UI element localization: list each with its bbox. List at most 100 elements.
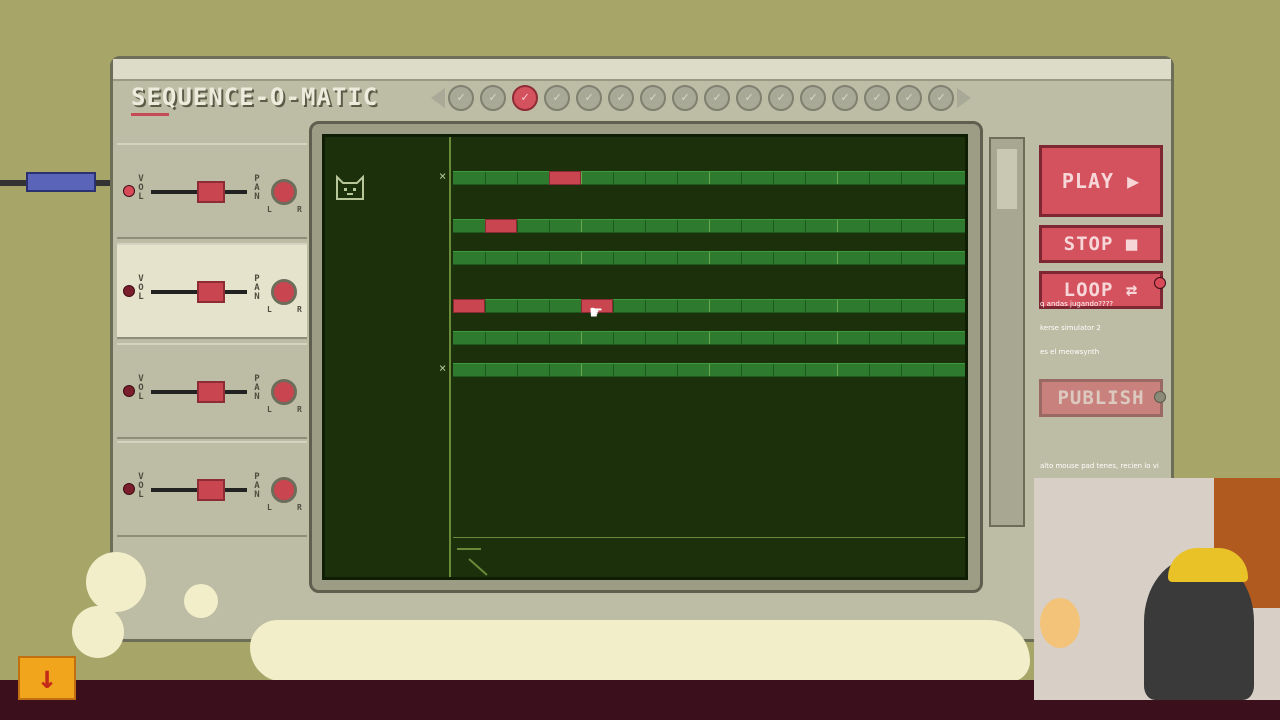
- remove-row-icon[interactable]: ×: [439, 169, 446, 183]
- grid-tick: [517, 300, 518, 312]
- pan-right-label: R: [297, 503, 302, 512]
- step-button[interactable]: ✓: [736, 85, 762, 111]
- step-button[interactable]: ✓: [704, 85, 730, 111]
- webcam-lamp: [1040, 598, 1080, 648]
- pan-knob[interactable]: [271, 379, 297, 405]
- pan-knob[interactable]: [271, 477, 297, 503]
- pan-knob[interactable]: [271, 279, 297, 305]
- grid-tick: [485, 252, 486, 264]
- note-lane[interactable]: [453, 251, 965, 265]
- grid-tick: [805, 220, 806, 232]
- pan-knob[interactable]: [271, 179, 297, 205]
- channel-led[interactable]: [123, 185, 135, 197]
- step-button[interactable]: ✓: [544, 85, 570, 111]
- grid-tick: [837, 332, 838, 344]
- channel-strip: VOL PAN L R: [117, 343, 307, 439]
- grid-tick: [805, 332, 806, 344]
- step-prev-arrow-icon[interactable]: [431, 88, 445, 108]
- chat-message-text: kerse simulator 2: [1040, 324, 1101, 332]
- loop-led: [1154, 277, 1166, 289]
- grid-tick: [901, 220, 902, 232]
- note-block[interactable]: [485, 219, 517, 233]
- step-buttons: ✓ ✓ ✓ ✓ ✓ ✓ ✓ ✓ ✓ ✓ ✓ ✓ ✓ ✓ ✓ ✓: [448, 85, 954, 111]
- channel-strip: VOL PAN L R: [117, 143, 307, 239]
- cat-icon[interactable]: [333, 171, 367, 205]
- grid-tick: [517, 172, 518, 184]
- scroll-panel[interactable]: [989, 137, 1025, 527]
- grid-tick: [485, 364, 486, 376]
- grid-tick: [805, 364, 806, 376]
- step-button[interactable]: ✓: [864, 85, 890, 111]
- step-button[interactable]: ✓: [832, 85, 858, 111]
- grid-tick: [837, 172, 838, 184]
- grid-tick: [901, 172, 902, 184]
- step-button[interactable]: ✓: [800, 85, 826, 111]
- note-lane[interactable]: [453, 363, 965, 377]
- grid-tick: [549, 332, 550, 344]
- grid-tick: [645, 332, 646, 344]
- pan-left-label: L: [267, 503, 272, 512]
- note-lane[interactable]: [453, 331, 965, 345]
- grid-tick: [837, 220, 838, 232]
- note-lane[interactable]: [453, 219, 965, 233]
- grid-tick: [933, 252, 934, 264]
- step-button[interactable]: ✓: [640, 85, 666, 111]
- pan-right-label: R: [297, 305, 302, 314]
- play-button[interactable]: PLAY ▶: [1039, 145, 1163, 217]
- foreground-cream-shape: [250, 620, 1030, 682]
- step-button[interactable]: ✓: [512, 85, 538, 111]
- grid-tick: [741, 220, 742, 232]
- volume-slider-thumb[interactable]: [197, 181, 225, 203]
- resize-handle-icon[interactable]: [453, 547, 493, 577]
- step-button[interactable]: ✓: [480, 85, 506, 111]
- note-block[interactable]: [453, 299, 485, 313]
- grid-tick: [581, 252, 582, 264]
- grid-tick: [549, 252, 550, 264]
- grid-tick: [901, 300, 902, 312]
- download-arrow-icon[interactable]: ↓: [18, 656, 76, 700]
- stop-button[interactable]: STOP ■: [1039, 225, 1163, 263]
- grid-tick: [549, 220, 550, 232]
- chat-message: es el meowsynth: [1040, 348, 1099, 357]
- step-button[interactable]: ✓: [672, 85, 698, 111]
- remove-row-icon[interactable]: ×: [439, 361, 446, 375]
- note-block[interactable]: [549, 171, 581, 185]
- chat-message-text: alto mouse pad tenes, recien lo vi: [1040, 462, 1159, 470]
- grid-tick: [709, 220, 710, 232]
- grid-tick: [613, 252, 614, 264]
- grid-tick: [485, 300, 486, 312]
- channel-led[interactable]: [123, 483, 135, 495]
- grid-tick: [869, 172, 870, 184]
- chat-message: q andas jugando????: [1040, 300, 1113, 309]
- channel-led[interactable]: [123, 285, 135, 297]
- grid-tick: [837, 300, 838, 312]
- grid-tick: [741, 364, 742, 376]
- scroll-thumb[interactable]: [997, 149, 1017, 209]
- step-button[interactable]: ✓: [896, 85, 922, 111]
- grid-tick: [709, 252, 710, 264]
- step-button[interactable]: ✓: [576, 85, 602, 111]
- grid-tick: [645, 220, 646, 232]
- grid-tick: [645, 300, 646, 312]
- step-button[interactable]: ✓: [448, 85, 474, 111]
- pan-left-label: L: [267, 205, 272, 214]
- grid-bottom-line: [453, 537, 965, 538]
- volume-slider-thumb[interactable]: [197, 381, 225, 403]
- step-button[interactable]: ✓: [608, 85, 634, 111]
- grid-tick: [677, 252, 678, 264]
- grid-tick: [709, 172, 710, 184]
- note-lane[interactable]: [453, 171, 965, 185]
- grid-tick: [933, 220, 934, 232]
- step-button[interactable]: ✓: [928, 85, 954, 111]
- grid-tick: [805, 172, 806, 184]
- grid-tick: [901, 364, 902, 376]
- grid-tick: [869, 300, 870, 312]
- volume-slider-thumb[interactable]: [197, 479, 225, 501]
- grid-tick: [741, 300, 742, 312]
- volume-slider-thumb[interactable]: [197, 281, 225, 303]
- step-button[interactable]: ✓: [768, 85, 794, 111]
- channel-led[interactable]: [123, 385, 135, 397]
- stream-chat-overlay: q andas jugando???? kerse simulator 2 es e…: [1036, 292, 1272, 478]
- note-lane[interactable]: [453, 299, 965, 313]
- step-next-arrow-icon[interactable]: [957, 88, 971, 108]
